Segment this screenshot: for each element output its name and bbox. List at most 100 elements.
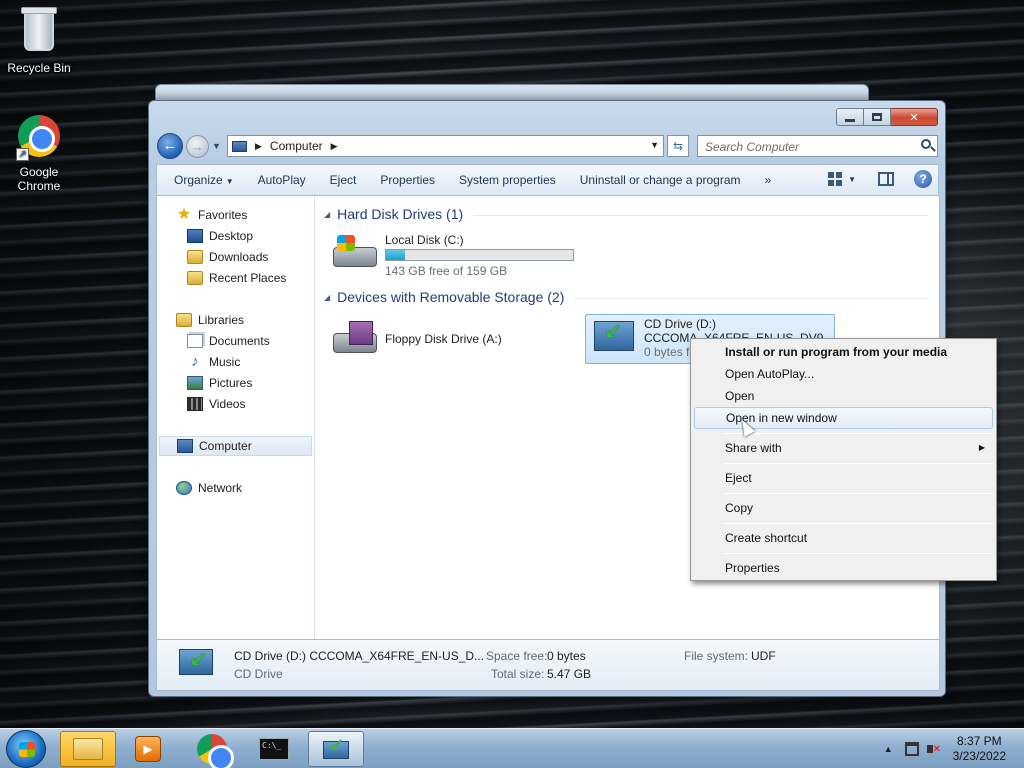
pictures-icon [187, 376, 203, 390]
submenu-arrow-icon: ▶ [978, 443, 985, 452]
recent-places-icon [187, 271, 203, 285]
menu-separator [723, 523, 993, 524]
nav-item-favorites[interactable]: ★ Favorites [176, 205, 248, 225]
film-strip-icon [187, 397, 203, 411]
autoplay-button[interactable]: AutoPlay [246, 173, 318, 187]
drive-name: Floppy Disk Drive (A:) [385, 332, 502, 346]
drive-usage-fill [386, 250, 405, 260]
menu-item-install-run[interactable]: Install or run program from your media [694, 341, 993, 363]
address-dropdown-icon[interactable]: ▼ [650, 140, 659, 150]
command-bar: Organize ▼ AutoPlay Eject Properties Syst… [156, 164, 939, 196]
taskbar-explorer-button[interactable] [60, 731, 116, 767]
nav-item-libraries[interactable]: Libraries [176, 310, 244, 330]
desktop-icon-chrome[interactable]: ↗ Google Chrome [0, 113, 78, 193]
search-icon[interactable] [921, 139, 931, 149]
navigation-pane: ★ Favorites Desktop Downloads Recent Plac… [157, 196, 315, 639]
menu-item-open[interactable]: Open [694, 385, 993, 407]
nav-item-pictures[interactable]: Pictures [187, 373, 252, 393]
nav-label: Network [198, 481, 243, 495]
menu-item-share-with[interactable]: Share with ▶ [694, 437, 993, 459]
forward-arrow-icon: → [191, 139, 204, 154]
desktop-icon-recycle-bin[interactable]: Recycle Bin [0, 7, 78, 75]
uninstall-program-button[interactable]: Uninstall or change a program [568, 173, 753, 187]
command-prompt-icon: C:\_ [259, 738, 289, 760]
folder-icon [73, 738, 103, 760]
nav-item-downloads[interactable]: Downloads [187, 247, 268, 267]
menu-item-properties[interactable]: Properties [694, 557, 993, 579]
group-divider [473, 215, 929, 216]
maximize-button[interactable] [864, 108, 891, 126]
clock[interactable]: 8:37 PM 3/23/2022 [953, 734, 1006, 764]
documents-icon [187, 334, 203, 348]
group-header-hard-disk-drives[interactable]: ◢ Hard Disk Drives (1) [324, 206, 929, 222]
nav-label: Favorites [198, 208, 248, 222]
menu-separator [723, 433, 993, 434]
music-note-icon: ♪ [191, 353, 199, 370]
hard-disk-icon [331, 233, 379, 273]
menu-item-create-shortcut[interactable]: Create shortcut [694, 527, 993, 549]
view-dropdown-icon[interactable]: ▼ [848, 175, 856, 184]
drive-floppy-a[interactable]: Floppy Disk Drive (A:) [331, 317, 502, 361]
group-header-removable-storage[interactable]: ◢ Devices with Removable Storage (2) [324, 289, 929, 305]
nav-label: Computer [199, 439, 252, 453]
refresh-button[interactable]: ⇆ [667, 135, 689, 157]
chrome-icon [197, 734, 234, 768]
organize-button[interactable]: Organize ▼ [157, 173, 246, 187]
volume-muted-icon[interactable]: ✕ [926, 742, 941, 756]
total-size-value: 5.47 GB [547, 667, 592, 681]
nav-item-documents[interactable]: Documents [187, 331, 270, 351]
taskbar-chrome-button[interactable] [184, 731, 240, 768]
menu-item-copy[interactable]: Copy [694, 497, 993, 519]
nav-item-computer[interactable]: Computer [159, 436, 312, 456]
system-tray: ▲ ✕ 8:37 PM 3/23/2022 [884, 729, 1024, 768]
back-button[interactable]: ← [157, 133, 183, 159]
context-menu: Install or run program from your media O… [690, 338, 997, 581]
breadcrumb-computer[interactable]: Computer [270, 139, 323, 153]
breadcrumb-chevron-icon[interactable]: ▶ [255, 141, 262, 152]
collapse-triangle-icon[interactable]: ◢ [324, 210, 330, 219]
maximize-icon [872, 113, 882, 121]
help-icon[interactable]: ? [914, 170, 932, 188]
forward-button[interactable]: → [186, 135, 209, 158]
address-bar[interactable]: ▶ Computer ▶ ▼ [227, 135, 664, 157]
nav-label: Recent Places [209, 271, 287, 285]
properties-button[interactable]: Properties [368, 173, 447, 187]
recycle-bin-icon [16, 7, 62, 57]
menu-item-eject[interactable]: Eject [694, 467, 993, 489]
menu-item-label: Share with [725, 441, 782, 455]
details-type: CD Drive [234, 667, 283, 681]
details-pane: ↙ CD Drive (D:) CCCOMA_X64FRE_EN-US_D...… [156, 639, 940, 691]
desktop-icon [187, 229, 203, 243]
search-placeholder: Search Computer [705, 140, 800, 154]
search-input[interactable]: Search Computer [697, 135, 938, 157]
nav-item-recent-places[interactable]: Recent Places [187, 268, 286, 288]
nav-item-network[interactable]: Network [176, 478, 242, 498]
nav-item-music[interactable]: ♪ Music [187, 352, 240, 372]
view-controls: ▼ ? [828, 170, 932, 188]
taskbar-media-player-button[interactable]: ▶ [120, 731, 176, 767]
network-tray-icon[interactable] [904, 742, 919, 756]
desktop-icon-label: Recycle Bin [7, 61, 71, 75]
eject-button[interactable]: Eject [318, 173, 369, 187]
nav-item-videos[interactable]: Videos [187, 394, 245, 414]
cd-drive-icon: ↙ [590, 317, 638, 357]
start-button[interactable] [6, 730, 46, 768]
taskbar-cd-drive-window-button[interactable]: ↙ [308, 731, 364, 767]
breadcrumb-chevron-icon[interactable]: ▶ [331, 141, 338, 152]
change-view-icon[interactable] [828, 172, 843, 186]
preview-pane-icon[interactable] [878, 172, 894, 186]
recent-pages-dropdown[interactable]: ▼ [212, 141, 221, 151]
clock-date: 3/23/2022 [952, 749, 1006, 763]
menu-item-open-autoplay[interactable]: Open AutoPlay... [694, 363, 993, 385]
system-properties-button[interactable]: System properties [447, 173, 568, 187]
close-button[interactable]: ✕ [891, 108, 938, 126]
caret-down-icon: ▼ [225, 177, 234, 186]
collapse-triangle-icon[interactable]: ◢ [324, 293, 330, 302]
nav-item-desktop[interactable]: Desktop [187, 226, 253, 246]
minimize-button[interactable] [836, 108, 864, 126]
taskbar-cmd-button[interactable]: C:\_ [246, 731, 302, 767]
show-hidden-icons-icon[interactable]: ▲ [884, 744, 893, 754]
more-commands-button[interactable]: » [753, 173, 784, 187]
nav-label: Pictures [209, 376, 253, 390]
drive-local-disk-c[interactable]: Local Disk (C:) 143 GB free of 159 GB [331, 233, 574, 278]
